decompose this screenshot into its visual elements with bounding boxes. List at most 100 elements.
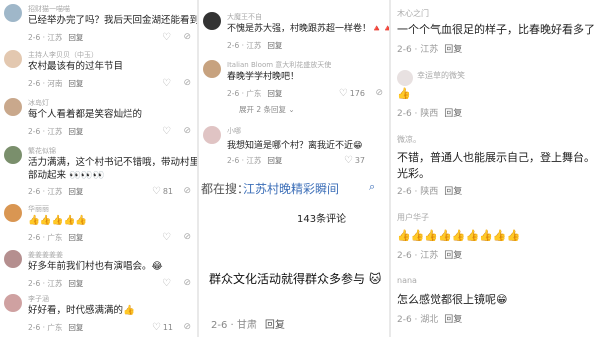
reply-button[interactable]: 回复: [68, 79, 83, 88]
expand-replies-button[interactable]: 展开 2 条回复 ⌄: [239, 104, 295, 115]
comment-column-left: 招财猫一喵喵 已经举办完了吗？我后天回金湖还能看到吗？ 2-6 · 江苏回复 ⊘…: [0, 0, 197, 337]
comment-meta: 2-6 · 江苏 回复: [28, 187, 84, 196]
like-button[interactable]: 37: [344, 155, 365, 166]
comment-text: 👍👍👍👍👍: [28, 215, 88, 226]
reply-button[interactable]: 回复: [267, 156, 282, 165]
avatar[interactable]: [4, 98, 22, 116]
comment-item: 华丽丽 👍👍👍👍👍 2-6 · 广东回复 ⊘: [0, 204, 197, 244]
comment-text: 👍: [397, 87, 411, 100]
username[interactable]: 大魔王不自: [227, 12, 262, 22]
reply-button[interactable]: 回复: [68, 187, 83, 196]
comment-meta: 2-6 · 江苏 回复: [227, 41, 283, 50]
search-suggestion-link[interactable]: 江苏村晚精彩瞬间: [243, 180, 339, 197]
reply-button[interactable]: 回复: [444, 187, 462, 197]
reply-button[interactable]: 回复: [68, 33, 83, 42]
comment-item: 大魔王不自 不愧是苏大强，村晚跟苏超一样卷！🔺🔺🔺 2-6 · 江苏 回复: [199, 12, 389, 54]
reply-button[interactable]: 回复: [267, 89, 282, 98]
avatar[interactable]: [4, 4, 22, 22]
reply-button[interactable]: 回复: [68, 127, 83, 136]
username[interactable]: 幸运草的微笑: [417, 70, 465, 81]
dislike-icon[interactable]: ⊘: [183, 78, 191, 88]
username[interactable]: 冰岛灯: [28, 98, 49, 108]
comment-item: 李子涵 好好看，时代感满满的👍 2-6 · 广东回复 11 ⊘: [0, 294, 197, 336]
like-button[interactable]: [162, 278, 173, 289]
avatar[interactable]: [203, 60, 221, 78]
reply-button[interactable]: 回复: [68, 233, 83, 242]
comment-meta: 2-6 · 江苏 回复: [28, 279, 84, 288]
username[interactable]: 微凉。: [397, 134, 421, 145]
username[interactable]: 木心之门: [397, 8, 429, 19]
username[interactable]: nana: [397, 276, 417, 285]
username[interactable]: 用户华子: [397, 212, 429, 223]
username[interactable]: 小哪: [227, 126, 241, 136]
comment-item: Italian Bloom 意大利花盛放天使 春晚学学村晚吧！ 2-6 · 广东…: [199, 60, 389, 102]
reply-button[interactable]: 回复: [68, 279, 83, 288]
comment-text: 不错，普通人也能展示自己，登上舞台。: [397, 151, 595, 164]
dislike-icon[interactable]: ⊘: [183, 232, 191, 242]
username[interactable]: 李子涵: [28, 294, 49, 304]
comment-item: 繁花似锦 活力满满，这个村书记不错哦，带动村里人全 部动起来 👀👀👀 2-6 ·…: [0, 146, 197, 198]
reply-button[interactable]: 回复: [444, 315, 462, 325]
comment-text: 👍👍👍👍👍👍👍👍👍: [397, 229, 521, 242]
username[interactable]: 姜姜姜姜姜: [28, 250, 63, 260]
search-icon[interactable]: ⌕: [369, 180, 375, 194]
avatar[interactable]: [397, 70, 413, 86]
comment-item: 用户华子 👍👍👍👍👍👍👍👍👍 2-6 · 江苏 回复: [391, 212, 600, 266]
comment-text-line2: 光彩。: [397, 167, 430, 180]
reply-button[interactable]: 回复: [68, 323, 83, 332]
dislike-icon[interactable]: ⊘: [183, 32, 191, 42]
like-button[interactable]: 11: [152, 322, 173, 333]
comment-item: nana 怎么感觉都很上镜呢😁 2-6 · 湖北 回复: [391, 276, 600, 336]
comment-text: 好好看，时代感满满的👍: [28, 305, 135, 316]
dislike-icon[interactable]: ⊘: [183, 126, 191, 136]
comment-item: 小哪 我想知道是哪个村？离我近不近😁 2-6 · 江苏回复 37: [199, 126, 389, 168]
username[interactable]: 招财猫一喵喵: [28, 4, 70, 14]
reply-button[interactable]: 回复: [444, 45, 462, 55]
avatar[interactable]: [203, 12, 221, 30]
comment-meta: 2-6 · 河南 回复: [28, 79, 84, 88]
dislike-icon[interactable]: ⊘: [183, 186, 191, 196]
comment-meta: 2-6 · 江苏 回复: [28, 127, 84, 136]
like-button[interactable]: 81: [152, 186, 173, 197]
suggested-search[interactable]: 都在搜： 江苏村晚精彩瞬间 ⌕: [199, 176, 389, 198]
reply-button[interactable]: 回复: [444, 251, 462, 261]
comment-meta: 2-6 · 江苏 回复: [397, 251, 463, 261]
comment-text: 春晚学学村晚吧！: [227, 72, 300, 82]
like-button[interactable]: 176: [339, 88, 365, 99]
reply-button[interactable]: 回复: [267, 41, 282, 50]
comment-item: 微凉。 不错，普通人也能展示自己，登上舞台。 光彩。 2-6 · 陕西 回复: [391, 134, 600, 204]
avatar[interactable]: [4, 294, 22, 312]
avatar[interactable]: [203, 126, 221, 144]
username[interactable]: Italian Bloom 意大利花盛放天使: [227, 60, 331, 70]
comment-text: 每个人看着都是笑容灿烂的: [28, 109, 143, 120]
username[interactable]: 华丽丽: [28, 204, 49, 214]
like-button[interactable]: [162, 126, 173, 137]
comment-text: 群众文化活动就得群众多参与 🐱: [209, 272, 382, 286]
like-button[interactable]: [162, 78, 173, 89]
reply-button[interactable]: 回复: [444, 109, 462, 119]
comment-meta: 2-6 · 陕西 回复: [397, 109, 463, 119]
comment-meta: 2-6 · 陕西 回复: [397, 187, 463, 197]
comment-text: 一个个气血很足的样子，比春晚好看多了: [397, 23, 595, 36]
comment-meta: 2-6 · 广东 回复: [28, 323, 84, 332]
reply-button[interactable]: 回复: [265, 320, 285, 331]
dislike-icon[interactable]: ⊘: [375, 88, 383, 98]
avatar[interactable]: [4, 50, 22, 68]
avatar[interactable]: [4, 250, 22, 268]
username[interactable]: 主持人李贝贝（中玉）: [28, 50, 98, 60]
avatar[interactable]: [4, 146, 22, 164]
dislike-icon[interactable]: ⊘: [183, 322, 191, 332]
like-button[interactable]: [162, 232, 173, 243]
comment-item: 木心之门 一个个气血很足的样子，比春晚好看多了 2-6 · 江苏 回复: [391, 8, 600, 58]
avatar[interactable]: [4, 204, 22, 222]
dislike-icon[interactable]: ⊘: [183, 278, 191, 288]
comment-item: 冰岛灯 每个人看着都是笑容灿烂的 2-6 · 江苏回复 ⊘: [0, 98, 197, 138]
comment-column-middle: 大魔王不自 不愧是苏大强，村晚跟苏超一样卷！🔺🔺🔺 2-6 · 江苏 回复 Ita…: [199, 0, 389, 337]
username[interactable]: 繁花似锦: [28, 146, 56, 156]
comment-meta: 2-6 · 江苏 回复: [227, 156, 283, 165]
comment-text: 农村最该有的过年节目: [28, 61, 124, 72]
comment-item: 幸运草的微笑 👍 2-6 · 陕西 回复: [391, 70, 600, 120]
like-button[interactable]: [162, 32, 173, 43]
comment-text: 不愧是苏大强，村晚跟苏超一样卷！🔺🔺🔺: [227, 24, 389, 34]
comment-text: 怎么感觉都很上镜呢😁: [397, 293, 508, 306]
